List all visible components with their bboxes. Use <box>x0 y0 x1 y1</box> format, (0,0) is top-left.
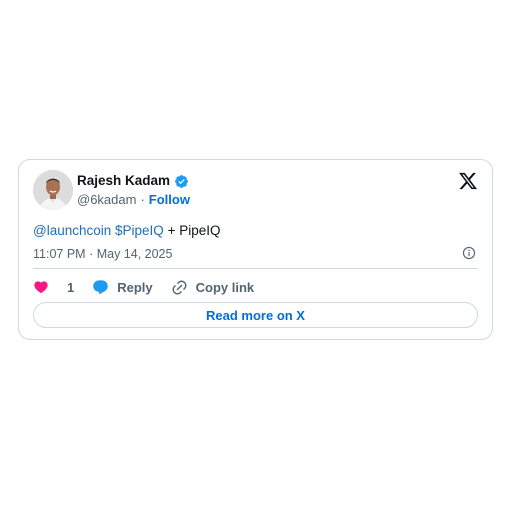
info-icon[interactable] <box>462 246 476 260</box>
action-bar: 1 Reply Copy link <box>33 277 272 297</box>
author-name-row: Rajesh Kadam <box>77 173 189 189</box>
author-handle[interactable]: @6kadam <box>77 192 136 208</box>
mention-link[interactable]: @launchcoin <box>33 223 111 238</box>
tweet-timestamp[interactable]: 11:07 PM · May 14, 2025 <box>33 246 172 262</box>
copy-link-label: Copy link <box>195 279 255 295</box>
read-more-button[interactable]: Read more on X <box>33 302 478 328</box>
avatar[interactable] <box>33 170 73 210</box>
handle-separator: · <box>140 192 145 207</box>
tweet-text: @launchcoin $PipeIQ + PipeIQ <box>33 222 220 240</box>
like-count: 1 <box>67 279 75 295</box>
cashtag-link[interactable]: $PipeIQ <box>115 223 164 238</box>
author-display-name[interactable]: Rajesh Kadam <box>77 173 170 189</box>
like-button[interactable]: 1 <box>33 279 74 295</box>
tweet-date: May 14, 2025 <box>96 247 173 261</box>
reply-label: Reply <box>117 279 153 295</box>
tweet-body-text: + PipeIQ <box>167 223 221 238</box>
x-logo-icon[interactable] <box>458 171 478 191</box>
copy-link-button[interactable]: Copy link <box>171 279 255 296</box>
verified-badge-icon <box>174 174 189 189</box>
link-icon <box>171 279 188 296</box>
reply-button[interactable]: Reply <box>92 279 153 296</box>
author-handle-row: @6kadam · Follow <box>77 192 190 208</box>
heart-icon <box>33 279 49 295</box>
tweet-embed-card: Rajesh Kadam @6kadam · Follow @launchcoi… <box>18 159 493 340</box>
follow-button[interactable]: Follow <box>149 192 190 208</box>
reply-bubble-icon <box>92 279 109 296</box>
tweet-time: 11:07 PM <box>33 247 86 261</box>
divider <box>33 268 478 269</box>
meta-separator: · <box>89 247 94 261</box>
